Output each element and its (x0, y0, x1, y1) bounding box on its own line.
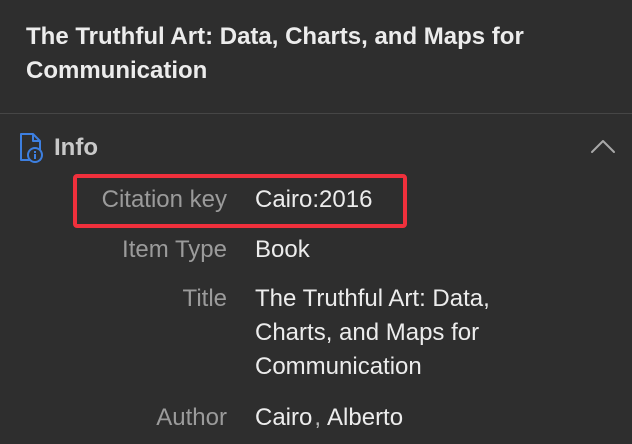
citation-key-label: Citation key (101, 186, 227, 213)
info-section-title: Info (54, 134, 98, 161)
author-last-name[interactable]: Cairo (255, 404, 312, 431)
item-type-label: Item Type (122, 236, 227, 263)
author-value: Cairo, Alberto (255, 401, 615, 435)
author-first-name[interactable]: Alberto (327, 404, 403, 431)
item-pane: The Truthful Art: Data, Charts, and Maps… (0, 0, 632, 444)
item-title-heading[interactable]: The Truthful Art: Data, Charts, and Maps… (26, 20, 606, 88)
title-label: Title (182, 285, 227, 312)
item-type-value[interactable]: Book (255, 233, 615, 267)
chevron-up-icon[interactable] (590, 138, 616, 154)
author-label: Author (156, 404, 227, 431)
author-name-separator: , (314, 404, 322, 431)
info-section-header[interactable]: Info (0, 126, 632, 170)
citation-key-value[interactable]: Cairo:2016 (255, 183, 615, 217)
title-value[interactable]: The Truthful Art: Data, Charts, and Maps… (255, 282, 545, 384)
document-info-icon (20, 133, 43, 163)
item-header: The Truthful Art: Data, Charts, and Maps… (0, 0, 632, 114)
